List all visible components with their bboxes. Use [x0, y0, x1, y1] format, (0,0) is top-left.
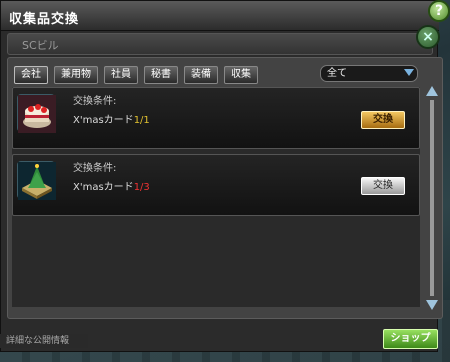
tab-shared[interactable]: 兼用物 — [54, 66, 98, 84]
shop-button[interactable]: ショップ — [383, 329, 438, 349]
filter-dropdown[interactable]: 全て — [320, 65, 418, 82]
filter-selected: 全て — [327, 68, 347, 79]
tab-employees[interactable]: 社員 — [104, 66, 138, 84]
cake-icon — [17, 94, 56, 133]
exchange-button[interactable]: 交換 — [361, 177, 405, 195]
section-title: SCビル — [22, 39, 59, 52]
list-item: 交換条件: X'masカード1/3 交換 — [12, 154, 420, 216]
scrollbar[interactable] — [426, 86, 438, 310]
requirement-text: X'masカード1/3 — [73, 178, 150, 193]
list-item: 交換条件: X'masカード1/1 交換 — [12, 87, 420, 149]
exchange-list: 交換条件: X'masカード1/1 交換 交換条件: X'masカード1/3 交… — [12, 87, 420, 307]
tab-company[interactable]: 会社 — [14, 66, 48, 84]
close-button[interactable]: × — [416, 25, 440, 49]
tree-island-icon — [17, 161, 56, 200]
section-header: SCビル — [7, 33, 433, 55]
tab-equipment[interactable]: 装備 — [184, 66, 218, 84]
item-panel: 会社 兼用物 社員 秘書 装備 収集 全て 交換条件: X'masカード1/1 … — [7, 57, 443, 319]
window-title: 収集品交換 — [9, 12, 80, 27]
tab-collection[interactable]: 収集 — [224, 66, 258, 84]
card-count: 1/3 — [133, 182, 150, 193]
card-name: X'masカード — [73, 182, 134, 193]
card-name: X'masカード — [73, 115, 134, 126]
card-count: 1/1 — [133, 115, 150, 126]
condition-label: 交換条件: — [73, 163, 117, 174]
help-button[interactable]: ? — [428, 0, 450, 22]
requirement-text: X'masカード1/1 — [73, 111, 150, 126]
exchange-button[interactable]: 交換 — [361, 111, 405, 129]
chevron-down-icon — [404, 69, 414, 76]
tab-secretary[interactable]: 秘書 — [144, 66, 178, 84]
scroll-track[interactable] — [430, 100, 434, 296]
scroll-down-icon[interactable] — [426, 300, 438, 310]
window-titlebar: 収集品交換 — [1, 1, 439, 31]
category-tabs: 会社 兼用物 社員 秘書 装備 収集 — [14, 66, 258, 84]
footer-note: 詳細な公開情報 — [0, 334, 88, 348]
condition-label: 交換条件: — [73, 96, 117, 107]
scroll-up-icon[interactable] — [426, 86, 438, 96]
exchange-window: 収集品交換 SCビル 会社 兼用物 社員 秘書 装備 収集 全て 交換条件: X… — [0, 0, 443, 352]
